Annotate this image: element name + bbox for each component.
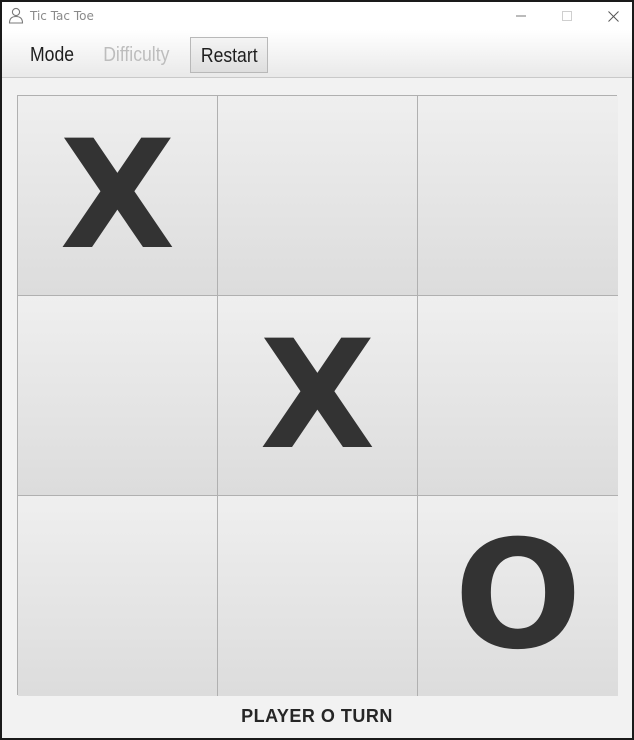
maximize-button[interactable] <box>544 2 590 30</box>
minimize-button[interactable] <box>498 2 544 30</box>
board-cell-9[interactable]: O <box>418 496 618 696</box>
board-cell-1[interactable]: X <box>18 96 218 296</box>
window-title: Tic Tac Toe <box>30 9 94 23</box>
user-icon <box>8 7 24 24</box>
mode-menu-button[interactable]: Mode <box>30 37 74 73</box>
title-bar[interactable]: Tic Tac Toe <box>2 2 632 30</box>
game-board: X X O <box>17 95 618 696</box>
board-cell-5[interactable]: X <box>218 296 418 496</box>
restart-button-label: Restart <box>200 45 258 67</box>
board-cell-2[interactable] <box>218 96 418 296</box>
board-cell-7[interactable] <box>18 496 218 696</box>
restart-button[interactable]: Restart <box>190 37 268 73</box>
close-button[interactable] <box>590 2 634 30</box>
difficulty-menu-button[interactable]: Difficulty <box>102 37 171 73</box>
maximize-icon <box>562 11 572 21</box>
minimize-icon <box>516 15 526 17</box>
app-window: Tic Tac Toe Mode Difficulty Restart X X … <box>0 0 634 740</box>
board-cell-4[interactable] <box>18 296 218 496</box>
menu-toolbar: Mode Difficulty Restart <box>2 30 632 78</box>
close-icon <box>607 10 619 22</box>
board-cell-6[interactable] <box>418 296 618 496</box>
board-cell-8[interactable] <box>218 496 418 696</box>
turn-status: PLAYER O TURN <box>241 706 393 726</box>
board-cell-3[interactable] <box>418 96 618 296</box>
